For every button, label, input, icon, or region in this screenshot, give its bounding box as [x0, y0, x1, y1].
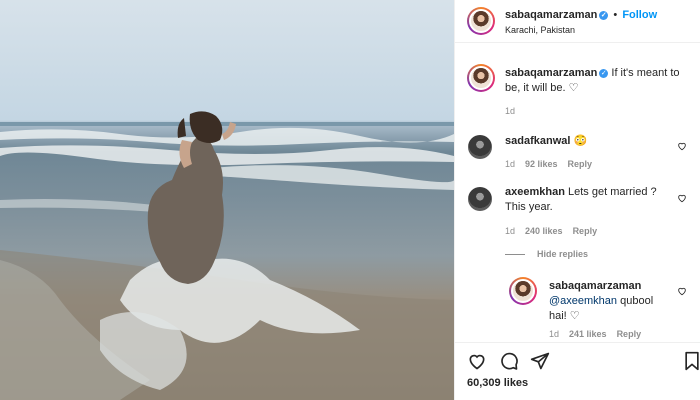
- beach-scene: [0, 111, 454, 400]
- like-comment-icon[interactable]: [677, 193, 687, 203]
- comment-likes[interactable]: 240 likes: [525, 226, 563, 236]
- reply: sabaqamarzaman @axeemkhan qubool hai! ♡: [549, 279, 669, 324]
- caption-author[interactable]: sabaqamarzaman: [505, 67, 597, 79]
- header-divider: [455, 42, 700, 43]
- reply-mention[interactable]: @axeemkhan: [549, 295, 617, 307]
- reply-button[interactable]: Reply: [573, 226, 598, 236]
- wave-crest: [210, 165, 454, 190]
- caption-meta: 1d: [505, 106, 525, 116]
- reply-author[interactable]: sabaqamarzaman: [549, 280, 641, 292]
- follow-button[interactable]: Follow: [622, 9, 657, 21]
- figure-hair: [177, 118, 186, 138]
- comment: sadafkanwal 😳: [505, 134, 675, 149]
- comment-likes[interactable]: 92 likes: [525, 159, 558, 169]
- reply-likes[interactable]: 241 likes: [569, 329, 607, 339]
- hide-replies-line: [505, 254, 525, 255]
- post-sidebar: sabaqamarzaman ✓ • Follow Karachi, Pakist…: [454, 0, 700, 400]
- comment-avatar[interactable]: [468, 187, 492, 211]
- reply-time[interactable]: 1d: [549, 329, 559, 339]
- wave-crest: [0, 145, 454, 166]
- comment-text: 😳: [573, 135, 588, 147]
- actions-divider: [455, 342, 700, 343]
- author-avatar[interactable]: [467, 7, 495, 35]
- like-reply-icon[interactable]: [677, 286, 687, 296]
- comment-avatar[interactable]: [468, 135, 492, 159]
- post-likes-count[interactable]: 60,309 likes: [467, 377, 528, 389]
- comment-author[interactable]: axeemkhan: [505, 186, 565, 198]
- like-comment-icon[interactable]: [677, 141, 687, 151]
- comment-author[interactable]: sadafkanwal: [505, 135, 570, 147]
- post-location[interactable]: Karachi, Pakistan: [505, 23, 575, 38]
- post-author[interactable]: sabaqamarzaman ✓ • Follow: [505, 9, 657, 21]
- share-icon[interactable]: [530, 351, 550, 371]
- hide-replies-button[interactable]: Hide replies: [537, 249, 588, 259]
- comment-meta: 1d 92 likes Reply: [505, 159, 602, 169]
- comment-time[interactable]: 1d: [505, 159, 515, 169]
- comment-time[interactable]: 1d: [505, 226, 515, 236]
- bookmark-icon[interactable]: [683, 351, 700, 371]
- verified-icon: ✓: [599, 68, 609, 78]
- comment-icon[interactable]: [499, 351, 519, 371]
- horizon: [0, 122, 454, 126]
- caption: sabaqamarzaman ✓ If it's meant to be, it …: [505, 66, 695, 96]
- reply-button[interactable]: Reply: [617, 329, 642, 339]
- separator-dot: •: [613, 9, 618, 21]
- verified-icon: ✓: [599, 10, 609, 20]
- reply-meta: 1d 241 likes Reply: [549, 329, 651, 339]
- caption-avatar[interactable]: [467, 64, 495, 92]
- heart-icon[interactable]: [467, 351, 487, 371]
- post-author-name[interactable]: sabaqamarzaman: [505, 9, 597, 21]
- reply-button[interactable]: Reply: [568, 159, 593, 169]
- post-photo[interactable]: [0, 0, 454, 400]
- caption-time[interactable]: 1d: [505, 106, 515, 116]
- comment-meta: 1d 240 likes Reply: [505, 226, 607, 236]
- comment: axeemkhan Lets get married ? This year.: [505, 185, 675, 215]
- reply-avatar[interactable]: [509, 277, 537, 305]
